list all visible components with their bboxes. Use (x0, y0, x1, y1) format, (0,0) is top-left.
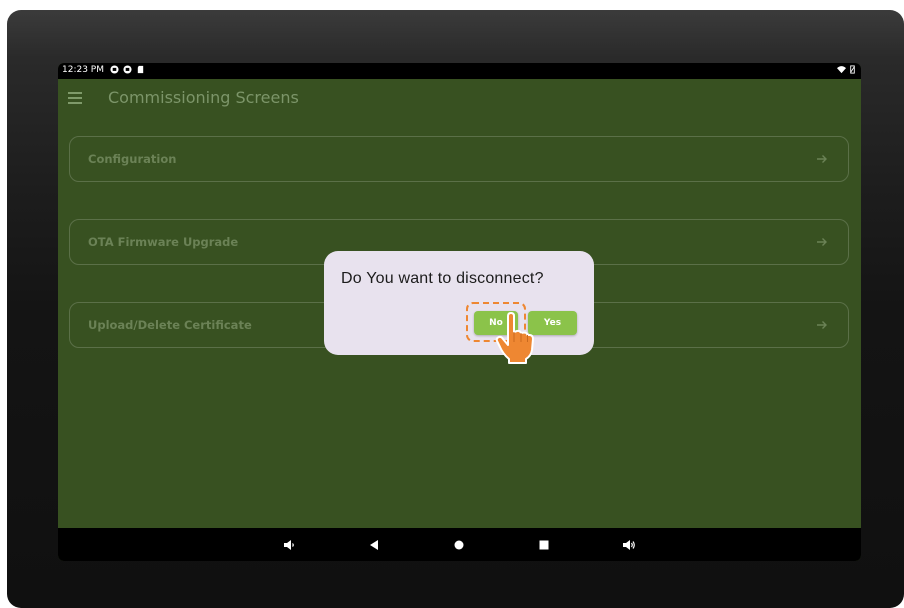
back-icon[interactable] (367, 538, 381, 552)
app-bar: Commissioning Screens (58, 79, 861, 119)
status-time: 12:23 PM (62, 65, 104, 75)
status-right-icons (837, 65, 857, 74)
gmail-icon (123, 65, 132, 74)
no-battery-icon (850, 65, 855, 74)
sd-card-icon (137, 65, 144, 74)
arrow-right-icon (817, 321, 827, 329)
arrow-right-icon (817, 238, 827, 246)
recents-icon[interactable] (537, 538, 551, 552)
menu-item-label: Upload/Delete Certificate (88, 318, 252, 332)
wifi-icon (837, 66, 846, 74)
volume-down-icon[interactable] (282, 538, 296, 552)
menu-item-label: Configuration (88, 152, 177, 166)
disconnect-dialog: Do You want to disconnect? No Yes (324, 251, 594, 355)
arrow-right-icon (817, 155, 827, 163)
dialog-message: Do You want to disconnect? (341, 270, 544, 287)
menu-item-label: OTA Firmware Upgrade (88, 235, 239, 249)
hamburger-menu-icon[interactable] (68, 92, 82, 104)
page-title: Commissioning Screens (108, 88, 299, 107)
home-icon[interactable] (452, 538, 466, 552)
gmail-icon (110, 65, 119, 74)
pointing-hand-icon (495, 312, 534, 364)
status-bar: 12:23 PM (58, 63, 861, 79)
volume-up-icon[interactable] (622, 538, 636, 552)
menu-item-configuration[interactable]: Configuration (69, 136, 849, 182)
navigation-bar (58, 528, 861, 561)
notification-icons (110, 65, 145, 74)
